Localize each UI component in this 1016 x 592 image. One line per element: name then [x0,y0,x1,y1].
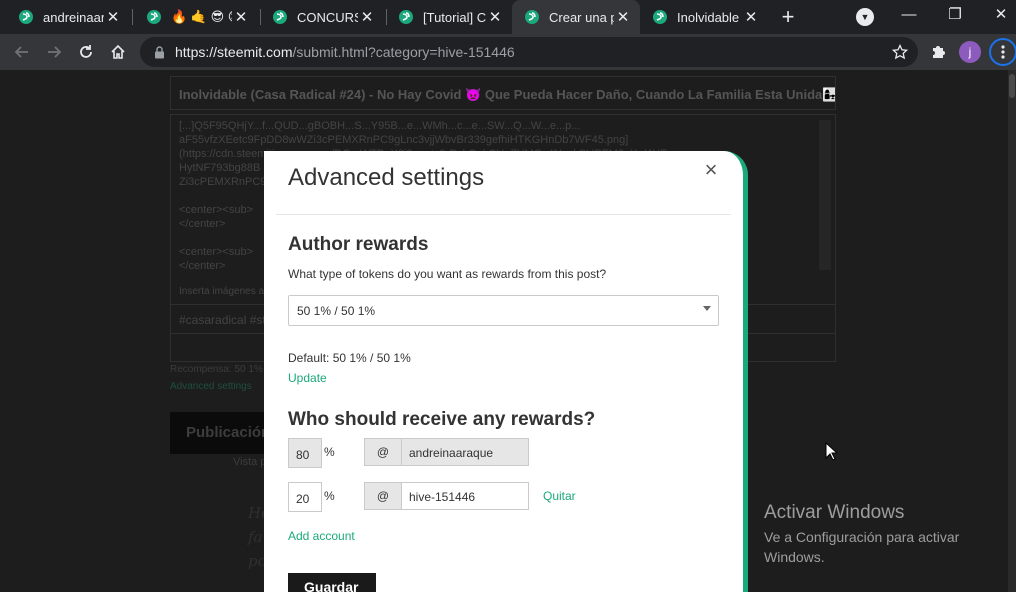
tab-close-icon[interactable]: ✕ [486,8,504,26]
advanced-settings-modal: Advanced settings × Author rewards What … [264,151,748,592]
beneficiary-account-input[interactable]: hive-151446 [401,482,529,510]
modal-title: Advanced settings [288,164,485,191]
default-reward-text: Default: 50 1% / 50 1% [288,351,411,365]
tab-title: [Tutorial] Cómo [423,9,486,25]
url-path: /submit.html?category=hive-151446 [292,44,515,60]
browser-toolbar: https://steemit.com/submit.html?category… [0,34,1016,70]
steemit-logo-icon [146,9,162,25]
reward-label: Recompensa: 50 1% [170,364,263,375]
remove-beneficiary-link[interactable]: Quitar [543,489,576,503]
tab-2[interactable]: CONCURSO ✕ [254,0,384,34]
mouse-cursor-icon [825,441,839,466]
steemit-logo-icon [398,9,414,25]
beneficiary-percent-input: 80 [288,438,322,468]
lock-icon [154,45,165,59]
extensions-puzzle-icon[interactable] [928,42,948,62]
at-sign-addon: @ [364,438,402,466]
tab-close-icon[interactable]: ✕ [104,8,122,26]
steemit-logo-icon [18,9,34,25]
page-scrollbar[interactable] [1008,70,1016,592]
author-rewards-heading: Author rewards [288,234,429,255]
tab-close-icon[interactable]: ✕ [358,8,376,26]
post-title-input[interactable]: Inolvidable (Casa Radical #24) - No Hay … [170,76,836,110]
reload-icon[interactable] [74,40,98,64]
windows-activation-title: Activar Windows [764,502,905,523]
tab-title: andreinaaraque [43,9,104,25]
beneficiary-account-input: andreinaaraque [401,438,529,466]
update-link[interactable]: Update [288,371,327,385]
steemit-logo-icon [524,9,540,25]
add-account-link[interactable]: Add account [288,529,355,543]
url-text: https://steemit.com/submit.html?category… [175,44,515,60]
restore-button[interactable]: ❐ [943,4,967,26]
tab-strip: andreinaaraque ✕ 🔥 🤙 😎 😍 🍕 ✕ CONCURSO ✕ … [0,0,1016,34]
modal-divider [276,214,731,215]
tab-4-active[interactable]: Crear una publicación ✕ [512,0,640,34]
window-close-button[interactable]: ✕ [989,4,1013,26]
tab-title: Inolvidable [677,9,740,25]
reward-type-selected: 50 1% / 50 1% [297,304,376,318]
tab-close-icon[interactable]: ✕ [614,8,632,26]
back-arrow-icon[interactable] [10,40,34,64]
tab-close-icon[interactable]: ✕ [742,8,760,26]
reward-type-select[interactable]: 50 1% / 50 1% [288,295,719,326]
new-tab-button[interactable]: + [778,5,798,29]
editor-line: aF55vfzXEetc9FpDD8wWZi3cPEMXRnPC9gLnc3vj… [179,134,629,146]
tab-title: 🔥 🤙 😎 😍 🍕 [171,9,232,24]
beneficiary-percent-input[interactable]: 20 [288,482,322,512]
tab-5[interactable]: Inolvidable ✕ [640,0,768,34]
beneficiaries-heading: Who should receive any rewards? [288,409,596,430]
tab-close-icon[interactable]: ✕ [232,8,250,26]
percent-sign: % [324,445,335,459]
advanced-settings-link[interactable]: Advanced settings [170,381,252,392]
tab-1[interactable]: 🔥 🤙 😎 😍 🍕 ✕ [128,0,258,34]
tab-3[interactable]: [Tutorial] Cómo ✕ [380,0,512,34]
preview-text: fa [248,528,263,546]
modal-close-icon[interactable]: × [701,157,721,183]
at-sign-addon: @ [364,482,402,510]
author-rewards-description: What type of tokens do you want as rewar… [288,267,607,281]
chevron-down-icon [703,306,711,311]
percent-sign: % [324,489,335,503]
steemit-logo-icon [272,9,288,25]
tab-search-chevron-icon[interactable]: ▼ [856,8,874,26]
address-bar[interactable]: https://steemit.com/submit.html?category… [140,37,918,67]
save-button[interactable]: Guardar [288,573,376,592]
tab-0[interactable]: andreinaaraque ✕ [0,0,130,34]
editor-line: [...]Q5F95QHjY...f...QUD...gBOBH...S...Y… [179,120,581,132]
page-scrollbar-thumb[interactable] [1009,74,1015,98]
profile-avatar[interactable]: j [959,41,981,63]
minimize-button[interactable]: — [897,4,921,26]
home-icon[interactable] [106,40,130,64]
forward-arrow-icon[interactable] [42,40,66,64]
browser-menu-kebab-icon[interactable] [989,38,1016,66]
preview-label: Vista p [233,456,267,468]
windows-activation-subtitle: Ve a Configuración para activar Windows. [764,529,960,565]
url-host: https://steemit.com [175,44,293,60]
tab-title: Crear una publicación [549,9,614,25]
tab-title: CONCURSO [297,9,358,25]
bookmark-star-icon[interactable] [891,43,909,65]
steemit-logo-icon [652,9,668,25]
editor-scrollbar[interactable] [819,120,831,270]
